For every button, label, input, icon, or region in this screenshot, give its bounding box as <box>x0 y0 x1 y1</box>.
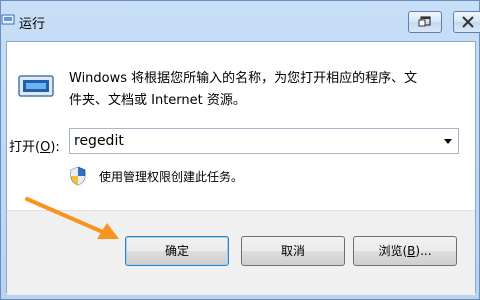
ok-button[interactable]: 确定 <box>125 236 229 266</box>
close-button[interactable] <box>453 11 480 33</box>
cancel-button[interactable]: 取消 <box>241 236 345 266</box>
browse-button[interactable]: 浏览(B)... <box>353 236 457 266</box>
open-label-hotkey: O <box>40 140 51 155</box>
run-dialog: 运行 Windows 将根据您所输入的名称，为您打开相应的程序、文 件夹、文档或… <box>0 0 480 300</box>
run-app-icon <box>1 14 15 25</box>
browse-label-prefix: 浏览( <box>378 244 408 258</box>
restore-button[interactable] <box>408 11 442 33</box>
description-line-2: 件夹、文档或 Internet 资源。 <box>69 93 246 108</box>
dropdown-arrow-icon[interactable] <box>444 139 452 144</box>
browse-label-suffix: )... <box>415 244 432 258</box>
window-title: 运行 <box>19 17 46 32</box>
uac-shield-icon <box>70 166 86 186</box>
admin-privilege-note: 使用管理权限创建此任务。 <box>99 170 244 184</box>
close-icon <box>462 16 474 28</box>
run-program-icon <box>18 75 54 97</box>
dialog-body: Windows 将根据您所输入的名称，为您打开相应的程序、文 件夹、文档或 In… <box>6 41 476 295</box>
description-line-1: Windows 将根据您所输入的名称，为您打开相应的程序、文 <box>69 71 418 86</box>
open-combobox[interactable]: regedit <box>69 128 459 154</box>
open-label-suffix: ): <box>50 140 60 155</box>
open-input[interactable]: regedit <box>74 133 124 149</box>
title-bar[interactable]: 运行 <box>1 1 480 41</box>
description-text: Windows 将根据您所输入的名称，为您打开相应的程序、文 件夹、文档或 In… <box>69 68 464 112</box>
restore-icon <box>418 16 431 27</box>
open-label-prefix: 打开( <box>9 140 41 155</box>
open-label: 打开(O): <box>9 136 60 155</box>
button-bar: 确定 取消 浏览(B)... <box>7 210 475 295</box>
